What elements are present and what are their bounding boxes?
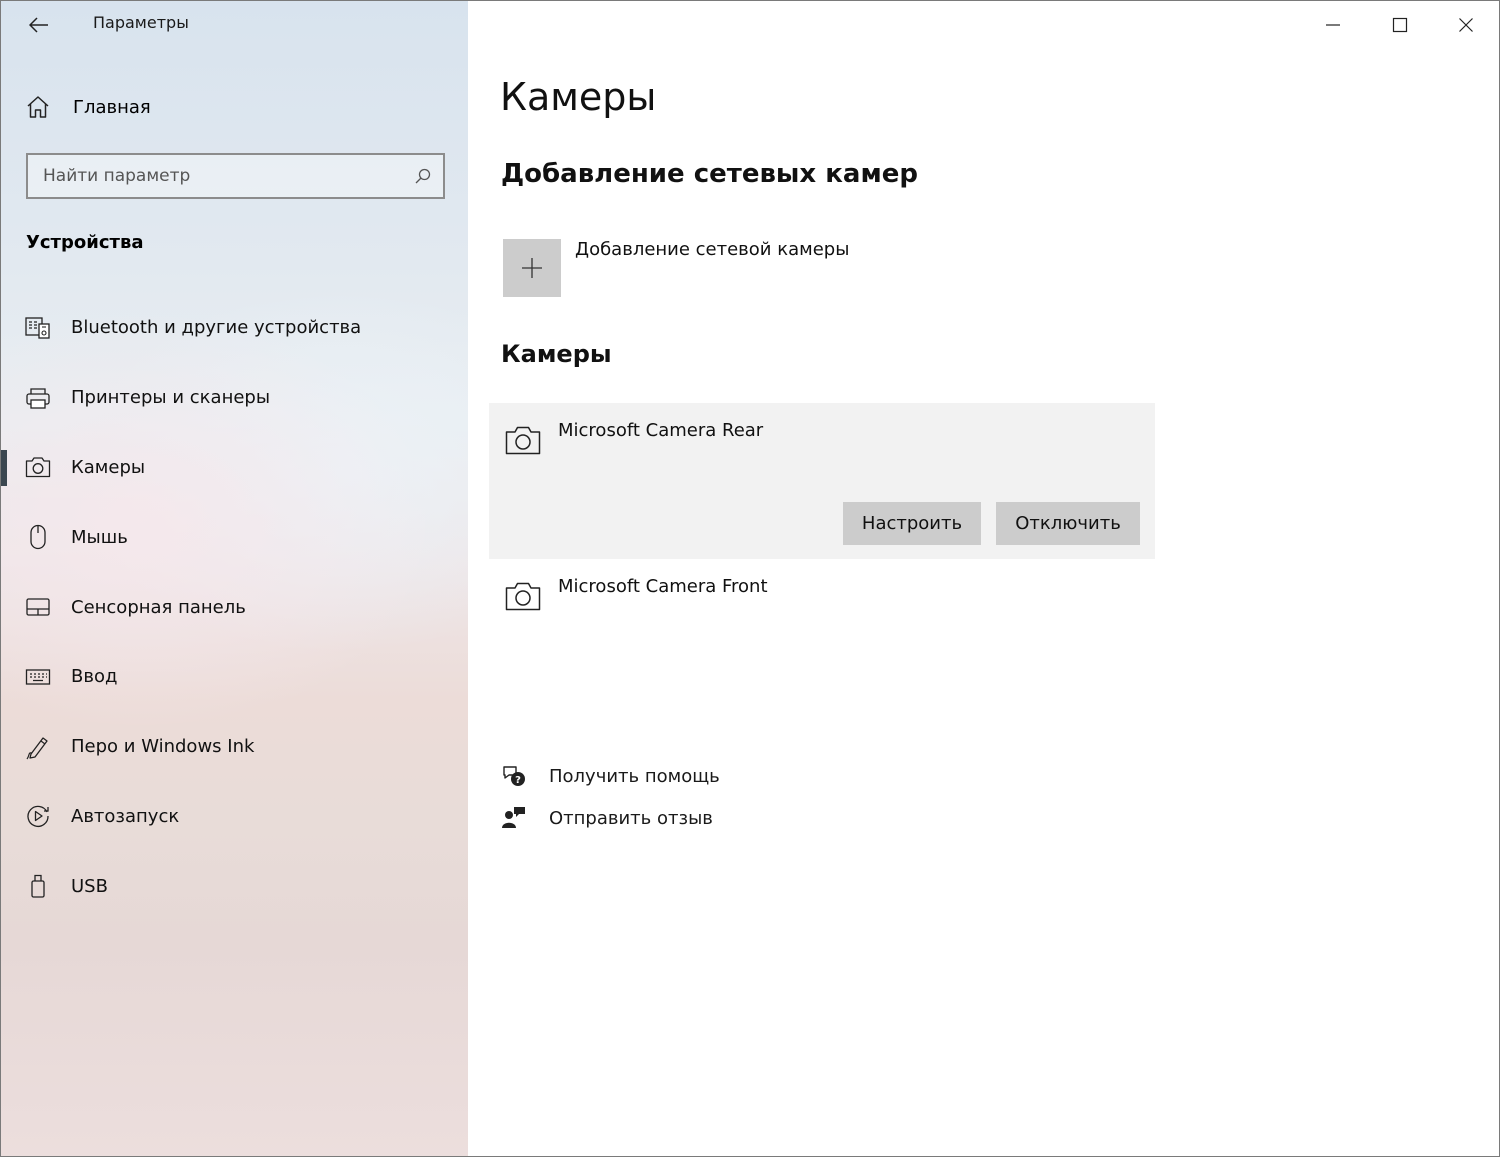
sidebar-item-cameras[interactable]: Камеры xyxy=(1,433,468,503)
page-title: Камеры xyxy=(500,75,657,119)
minimize-button[interactable] xyxy=(1300,1,1366,49)
search-box[interactable] xyxy=(26,153,445,199)
send-feedback-label: Отправить отзыв xyxy=(549,807,713,829)
keyboard-icon xyxy=(25,664,51,690)
settings-window: Параметры Главная Устройства xyxy=(0,0,1500,1157)
camera-icon xyxy=(25,454,51,480)
sidebar-item-label: Мышь xyxy=(71,526,128,548)
home-icon xyxy=(27,96,49,118)
camera-icon xyxy=(505,425,541,459)
send-feedback-link[interactable]: Отправить отзыв xyxy=(501,805,713,831)
network-cameras-heading: Добавление сетевых камер xyxy=(501,159,918,189)
sidebar-item-usb[interactable]: USB xyxy=(1,851,468,921)
sidebar-item-home[interactable]: Главная xyxy=(25,89,151,125)
sidebar: Параметры Главная Устройства xyxy=(1,1,468,1156)
add-network-camera-button[interactable] xyxy=(503,239,561,297)
printer-icon xyxy=(25,385,51,411)
app-title: Параметры xyxy=(93,13,189,32)
cameras-heading: Камеры xyxy=(501,340,612,368)
pen-icon xyxy=(25,734,51,760)
sidebar-item-bluetooth[interactable]: Bluetooth и другие устройства xyxy=(1,293,468,363)
camera-name: Microsoft Camera Front xyxy=(558,576,768,597)
camera-icon xyxy=(505,581,541,615)
bluetooth-devices-icon xyxy=(25,315,51,341)
sidebar-nav: Bluetooth и другие устройства Принтеры и… xyxy=(1,293,468,921)
sidebar-item-label: USB xyxy=(71,875,108,897)
sidebar-item-label: Ввод xyxy=(71,666,118,688)
minimize-icon xyxy=(1326,24,1340,26)
plus-icon xyxy=(522,258,542,278)
sidebar-section-title: Устройства xyxy=(26,232,144,253)
back-button[interactable] xyxy=(19,7,59,43)
sidebar-item-input[interactable]: Ввод xyxy=(1,642,468,712)
configure-button[interactable]: Настроить xyxy=(843,502,981,545)
sidebar-item-printers[interactable]: Принтеры и сканеры xyxy=(1,363,468,433)
mouse-icon xyxy=(25,524,51,550)
sidebar-item-label: Принтеры и сканеры xyxy=(71,387,271,409)
sidebar-item-label: Автозапуск xyxy=(71,805,180,827)
maximize-button[interactable] xyxy=(1367,1,1433,49)
back-arrow-icon xyxy=(29,17,48,33)
close-button[interactable] xyxy=(1433,1,1499,49)
get-help-link[interactable]: ? Получить помощь xyxy=(501,763,720,789)
maximize-icon xyxy=(1392,17,1408,33)
disable-button[interactable]: Отключить xyxy=(996,502,1140,545)
usb-icon xyxy=(25,873,51,899)
get-help-label: Получить помощь xyxy=(549,765,720,787)
close-icon xyxy=(1459,18,1473,32)
touchpad-icon xyxy=(25,594,51,620)
search-input[interactable] xyxy=(28,155,403,197)
help-chat-icon: ? xyxy=(503,766,525,786)
sidebar-item-label: Камеры xyxy=(71,456,146,478)
sidebar-item-label: Bluetooth и другие устройства xyxy=(71,317,362,339)
camera-name: Microsoft Camera Rear xyxy=(558,420,764,441)
autoplay-icon xyxy=(25,803,51,829)
sidebar-item-label: Перо и Windows Ink xyxy=(71,736,255,758)
sidebar-item-pen[interactable]: Перо и Windows Ink xyxy=(1,712,468,782)
sidebar-item-mouse[interactable]: Мышь xyxy=(1,502,468,572)
sidebar-item-touchpad[interactable]: Сенсорная панель xyxy=(1,572,468,642)
sidebar-item-label: Сенсорная панель xyxy=(71,596,246,618)
camera-list-item[interactable]: Microsoft Camera Rear Настроить Отключит… xyxy=(489,403,1155,559)
camera-list-item[interactable]: Microsoft Camera Front xyxy=(489,559,1155,639)
svg-text:?: ? xyxy=(515,775,521,786)
search-icon[interactable] xyxy=(403,167,443,185)
home-label: Главная xyxy=(73,96,151,118)
sidebar-item-autoplay[interactable]: Автозапуск xyxy=(1,782,468,852)
feedback-icon xyxy=(502,807,525,828)
add-network-camera-label[interactable]: Добавление сетевой камеры xyxy=(575,239,849,260)
